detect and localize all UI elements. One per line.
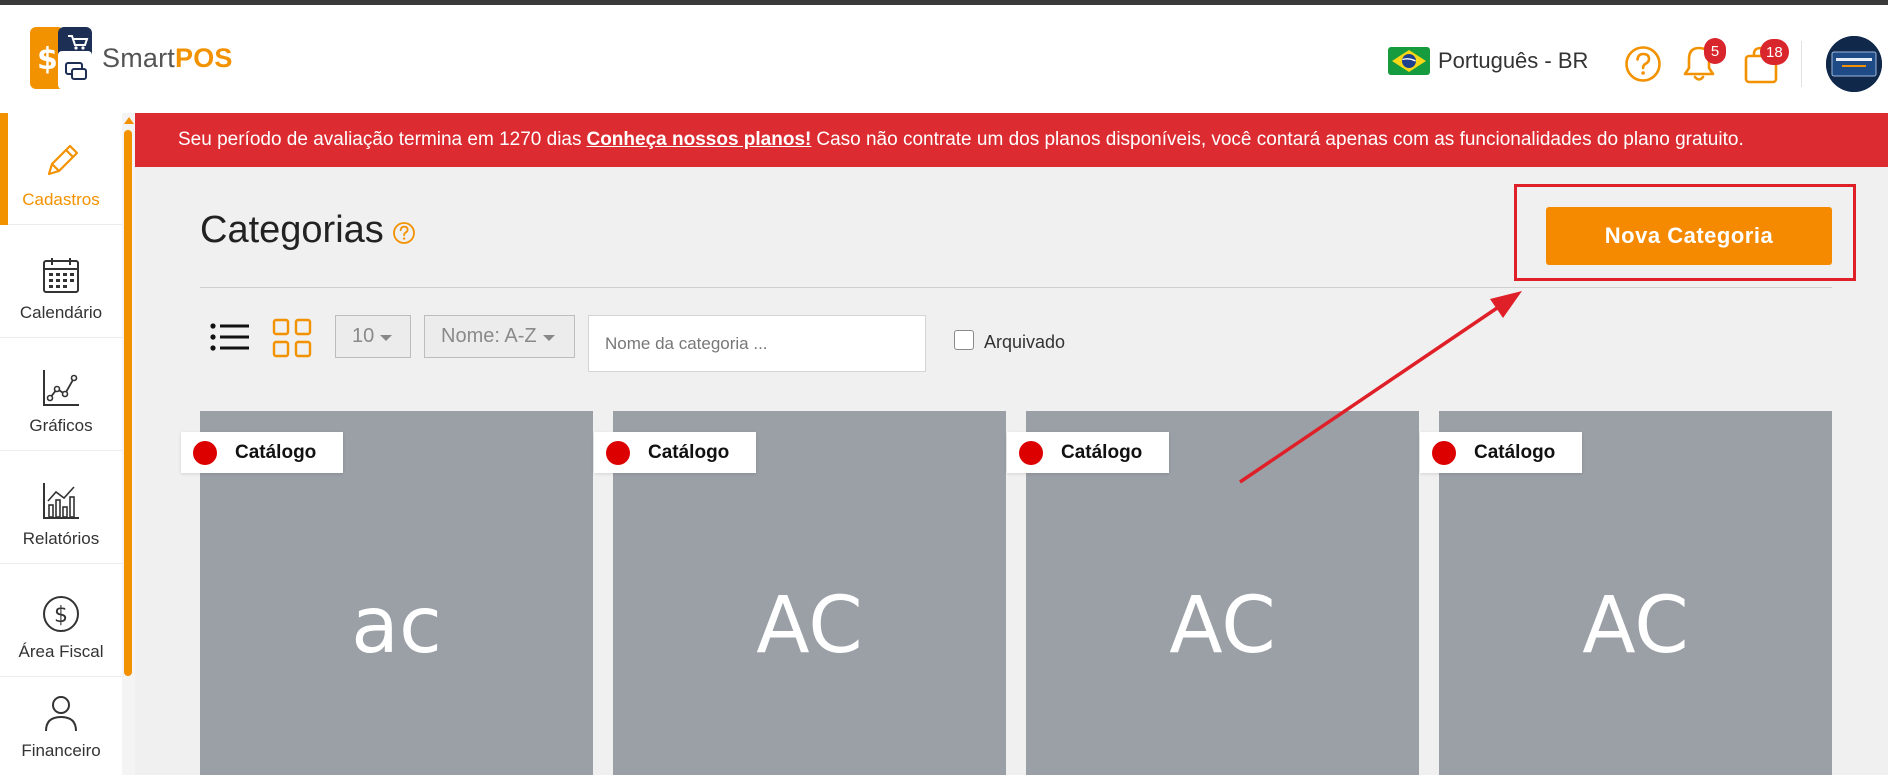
trial-banner: Seu período de avaliação termina em 1270… bbox=[135, 113, 1888, 167]
card-initials: AC bbox=[756, 581, 863, 671]
sidebar-item-label: Financeiro bbox=[21, 741, 101, 760]
header-divider bbox=[1801, 41, 1802, 87]
tag-label: Catálogo bbox=[1061, 441, 1143, 463]
help-button[interactable] bbox=[1624, 45, 1662, 88]
person-icon bbox=[45, 696, 77, 732]
sidebar-scrollbar-thumb[interactable] bbox=[124, 130, 132, 676]
catalog-tag: Catálogo bbox=[181, 432, 343, 473]
title-divider bbox=[200, 287, 1832, 288]
card-initials: AC bbox=[1169, 581, 1276, 671]
caret-down-icon bbox=[380, 334, 393, 341]
page-size-select[interactable]: 10 bbox=[335, 315, 411, 358]
app-name: SmartPOS bbox=[102, 42, 233, 73]
grid-view-icon bbox=[272, 318, 312, 358]
sidebar-item-calendario[interactable]: Calendário bbox=[0, 226, 122, 338]
language-label: Português - BR bbox=[1438, 48, 1589, 73]
cart-badge: 18 bbox=[1760, 39, 1789, 65]
archived-label: Arquivado bbox=[984, 332, 1066, 352]
line-chart-icon bbox=[43, 370, 79, 406]
smartpos-logo-icon: $ bbox=[30, 27, 92, 89]
page-title-wrap: Categorias bbox=[200, 206, 416, 255]
title-help-button[interactable] bbox=[392, 212, 416, 255]
dollar-circle-icon: $ bbox=[43, 596, 79, 632]
status-dot bbox=[606, 440, 630, 465]
page-title: Categorias bbox=[200, 209, 384, 251]
calendar-icon bbox=[43, 258, 79, 293]
notifications-badge: 5 bbox=[1704, 38, 1726, 64]
app-logo[interactable]: $ SmartPOS bbox=[30, 27, 233, 89]
avatar-image-icon bbox=[1826, 36, 1882, 92]
status-dot bbox=[193, 440, 217, 465]
pencil-icon bbox=[47, 144, 79, 176]
cart-button[interactable]: 18 bbox=[1742, 39, 1789, 90]
grid-view-button[interactable] bbox=[272, 318, 312, 363]
active-indicator bbox=[0, 113, 8, 225]
card-initials: AC bbox=[1582, 581, 1689, 671]
tag-label: Catálogo bbox=[648, 441, 730, 463]
category-search-input[interactable] bbox=[588, 315, 926, 372]
catalog-tag: Catálogo bbox=[1007, 432, 1169, 473]
user-avatar[interactable] bbox=[1826, 36, 1882, 92]
sort-value: Nome: A-Z bbox=[441, 325, 537, 347]
archived-checkbox[interactable] bbox=[954, 330, 974, 350]
help-circle-icon bbox=[392, 222, 415, 244]
catalog-tag: Catálogo bbox=[1420, 432, 1582, 473]
bar-chart-icon bbox=[43, 483, 79, 519]
sidebar-item-label: Relatórios bbox=[22, 529, 100, 548]
new-category-button[interactable]: Nova Categoria bbox=[1546, 207, 1832, 265]
sidebar-item-area-fiscal[interactable]: $ Área Fiscal bbox=[0, 565, 122, 677]
sidebar-item-cadastros[interactable]: Cadastros bbox=[0, 113, 122, 225]
banner-text: Seu período de avaliação termina em 1270… bbox=[178, 129, 582, 150]
sort-select[interactable]: Nome: A-Z bbox=[424, 315, 575, 358]
sidebar-item-relatorios[interactable]: Relatórios bbox=[0, 452, 122, 564]
language-selector[interactable]: Português - BR bbox=[1388, 45, 1588, 77]
caret-down-icon bbox=[542, 334, 555, 341]
svg-text:$: $ bbox=[37, 42, 58, 77]
sidebar-item-label: Calendário bbox=[19, 303, 103, 322]
page-size-value: 10 bbox=[352, 325, 375, 347]
sidebar-item-financeiro[interactable]: Financeiro bbox=[0, 678, 122, 775]
scroll-up-icon[interactable] bbox=[124, 117, 134, 124]
banner-text-after: Caso não contrate um dos planos disponív… bbox=[816, 129, 1744, 150]
app-header: $ SmartPOS Português - BR 5 18 bbox=[0, 5, 1888, 113]
list-view-button[interactable] bbox=[210, 322, 250, 357]
brazil-flag-icon bbox=[1388, 47, 1430, 75]
status-dot bbox=[1019, 440, 1043, 465]
status-dot bbox=[1432, 440, 1456, 465]
card-initials: ac bbox=[351, 581, 442, 671]
catalog-tag: Catálogo bbox=[594, 432, 756, 473]
list-view-icon bbox=[210, 323, 249, 351]
tag-label: Catálogo bbox=[1474, 441, 1556, 463]
svg-text:$: $ bbox=[54, 603, 68, 628]
sidebar: Cadastros Calendário Gráficos Relatórios… bbox=[0, 113, 135, 775]
sidebar-item-graficos[interactable]: Gráficos bbox=[0, 339, 122, 451]
help-circle-icon bbox=[1625, 46, 1661, 82]
notifications-button[interactable]: 5 bbox=[1680, 38, 1726, 90]
sidebar-item-label: Cadastros bbox=[22, 190, 100, 209]
plans-link[interactable]: Conheça nossos planos! bbox=[586, 129, 811, 151]
tag-label: Catálogo bbox=[235, 441, 317, 463]
sidebar-item-label: Gráficos bbox=[29, 416, 93, 435]
sidebar-item-label: Área Fiscal bbox=[18, 642, 104, 661]
